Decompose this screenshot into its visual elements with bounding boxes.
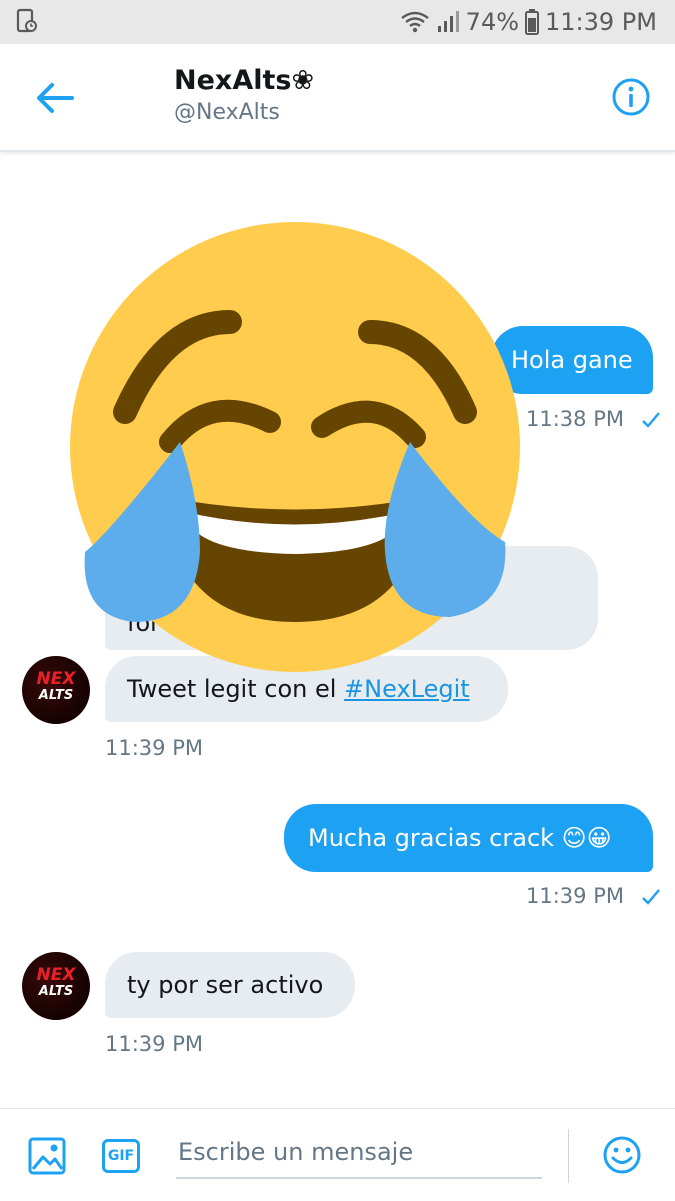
battery-percent: 74%: [465, 8, 520, 36]
back-arrow-icon[interactable]: [30, 78, 82, 118]
incoming-message[interactable]: ty por ser activo: [105, 952, 355, 1018]
info-icon[interactable]: [611, 77, 651, 117]
phone-screenshot-icon: [16, 8, 37, 33]
gif-button[interactable]: GIF: [102, 1139, 140, 1173]
contact-handle: @NexAlts: [174, 100, 280, 125]
status-bar: 74% 11:39 PM: [0, 0, 675, 44]
battery-icon: [525, 9, 540, 35]
message-input[interactable]: [176, 1127, 542, 1179]
read-check-icon: [641, 412, 660, 428]
image-icon[interactable]: [28, 1137, 66, 1175]
message-text: Mucha gracias crack 😊😀: [308, 824, 612, 852]
message-timestamp: 11:39 PM: [105, 1032, 203, 1056]
signal-icon: [437, 11, 459, 32]
message-timestamp: 11:38 PM: [526, 407, 661, 431]
composer-divider: [568, 1129, 569, 1183]
wifi-icon: [400, 11, 429, 33]
conversation-header: NexAlts❀ @NexAlts: [0, 44, 675, 152]
contact-name: NexAlts❀: [174, 65, 315, 96]
hashtag-link[interactable]: #NexLegit: [344, 675, 470, 703]
tears-of-joy-emoji-icon: [70, 222, 520, 672]
clock: 11:39 PM: [545, 8, 657, 36]
message-text: Hola gane: [511, 346, 633, 374]
message-timestamp: 11:39 PM: [105, 736, 203, 760]
conversation-title[interactable]: NexAlts❀ @NexAlts: [174, 64, 314, 128]
smiley-icon[interactable]: [602, 1135, 642, 1175]
message-text: ty por ser activo: [127, 971, 324, 999]
outgoing-message[interactable]: Mucha gracias crack 😊😀: [284, 804, 653, 872]
message-composer: GIF: [0, 1108, 675, 1201]
message-timestamp: 11:39 PM: [526, 884, 661, 908]
contact-avatar[interactable]: NEX ALTS: [22, 952, 90, 1020]
message-text: Tweet legit con el: [127, 675, 345, 703]
read-check-icon: [641, 889, 660, 905]
